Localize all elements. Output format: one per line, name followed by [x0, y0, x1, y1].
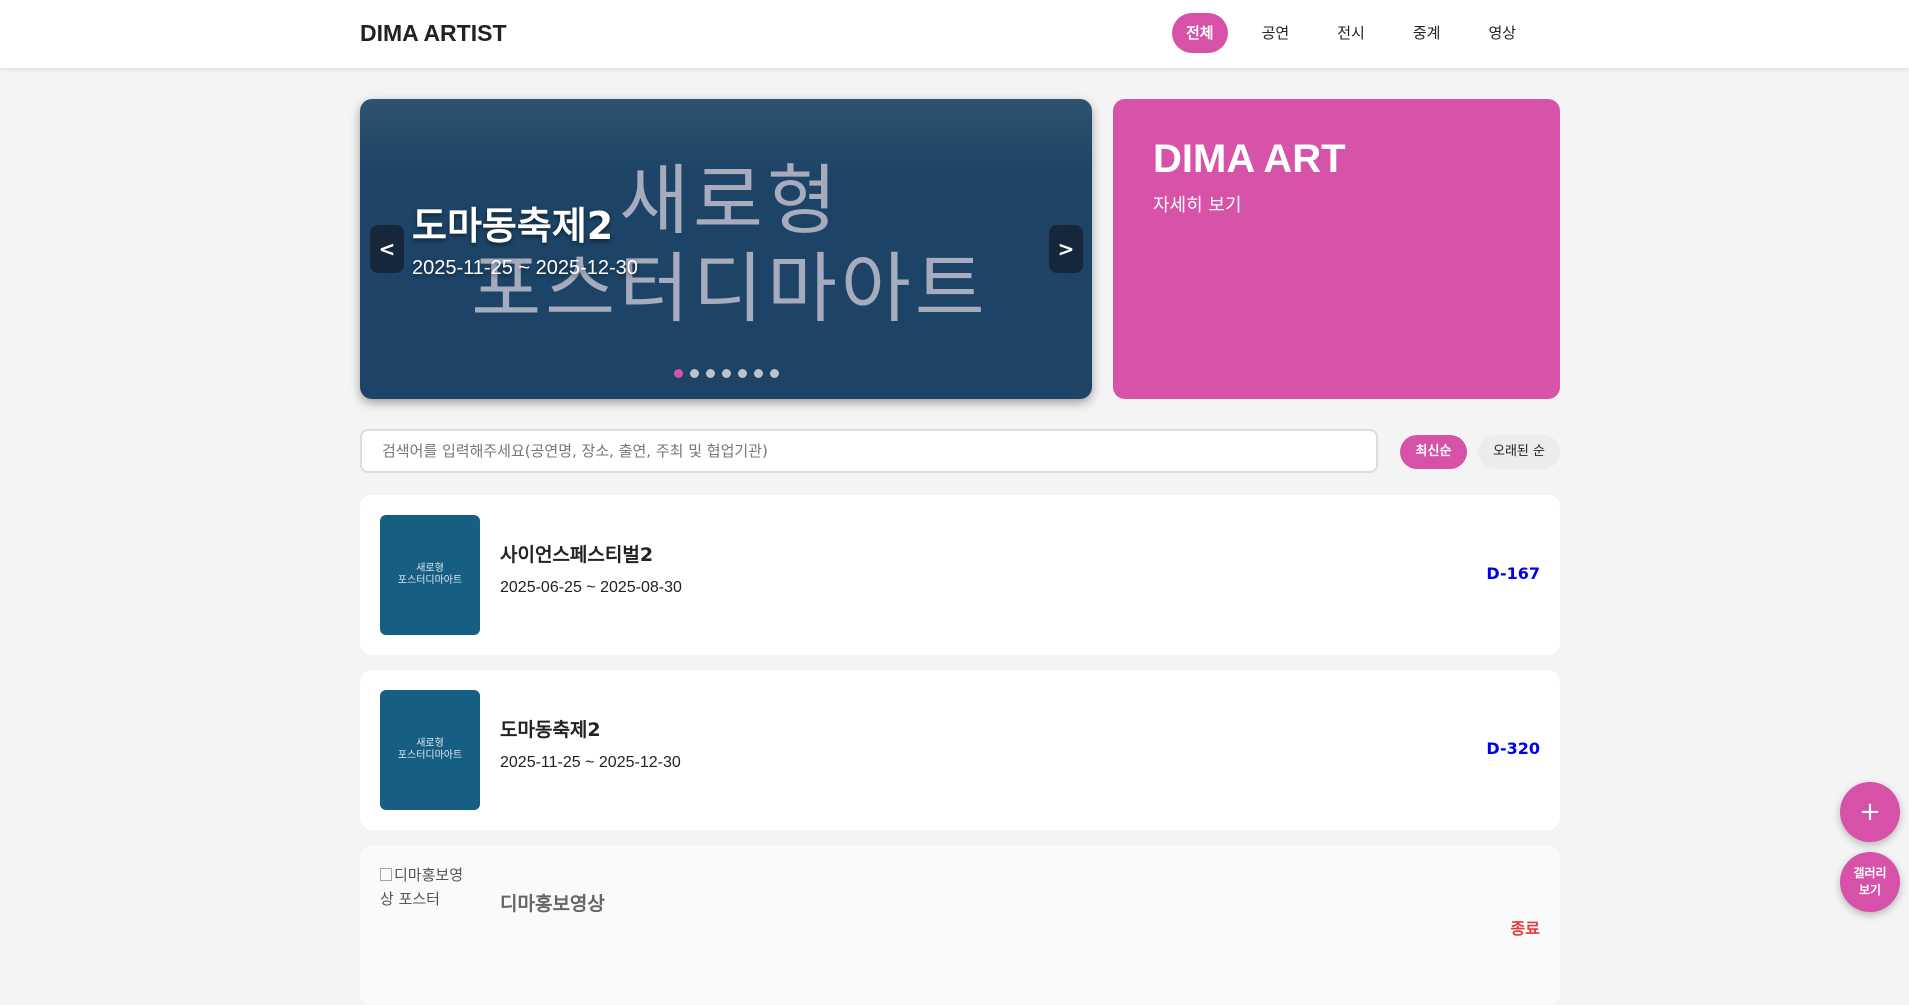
broken-image-alt: 디마홍보영상 포스터 [380, 863, 472, 911]
carousel-dot[interactable] [722, 369, 731, 378]
promo-detail-link[interactable]: 자세히 보기 [1153, 191, 1242, 217]
carousel-dot[interactable] [738, 369, 747, 378]
gallery-view-button[interactable]: 갤러리 보기 [1840, 852, 1900, 912]
carousel-dot[interactable] [690, 369, 699, 378]
carousel-dot[interactable] [706, 369, 715, 378]
sort-latest-button[interactable]: 최신순 [1400, 435, 1467, 469]
nav-tab-broadcast[interactable]: 중계 [1399, 13, 1455, 53]
poster-thumbnail-text: 새로형 포스터디마아트 [397, 738, 463, 761]
item-title: 사이언스페스티벌2 [500, 544, 654, 566]
broken-image-icon [380, 868, 392, 881]
broken-image-alt-text: 디마홍보영상 포스터 [380, 866, 464, 908]
carousel-dots [674, 369, 786, 378]
hero-carousel[interactable]: 새로형 포스터디마아트 도마동축제2 2025-11-25 ~ 2025-12-… [360, 99, 1092, 399]
promo-card[interactable]: DIMA ART 자세히 보기 [1113, 99, 1560, 399]
sort-oldest-button[interactable]: 오래된 순 [1478, 435, 1560, 469]
hero-title: 도마동축제2 [412, 204, 614, 248]
carousel-dot[interactable] [770, 369, 779, 378]
site-logo[interactable]: DIMA ARTIST [360, 20, 507, 47]
hero-date: 2025-11-25 ~ 2025-12-30 [412, 257, 638, 279]
poster-thumbnail: 새로형 포스터디마아트 [380, 515, 480, 635]
carousel-next-button[interactable]: > [1049, 225, 1083, 273]
carousel-prev-button[interactable]: < [370, 225, 404, 273]
d-day-badge: D-320 [1486, 739, 1540, 758]
item-date: 2025-11-25 ~ 2025-12-30 [500, 754, 681, 771]
nav-tab-video[interactable]: 영상 [1474, 13, 1530, 53]
item-title: 디마홍보영상 [500, 893, 605, 915]
nav-tab-performance[interactable]: 공연 [1248, 13, 1304, 53]
carousel-dot[interactable] [674, 369, 683, 378]
list-item[interactable]: 새로형 포스터디마아트 사이언스페스티벌2 2025-06-25 ~ 2025-… [360, 495, 1560, 655]
ended-badge: 종료 [1510, 919, 1540, 938]
category-nav: 전체 공연 전시 중계 영상 [1172, 13, 1550, 53]
item-title: 도마동축제2 [500, 719, 601, 741]
list-item[interactable]: 디마홍보영상 포스터 디마홍보영상 종료 [360, 845, 1560, 1005]
search-input[interactable] [360, 429, 1378, 473]
nav-tab-exhibition[interactable]: 전시 [1323, 13, 1379, 53]
carousel-dot[interactable] [754, 369, 763, 378]
list-item[interactable]: 새로형 포스터디마아트 도마동축제2 2025-11-25 ~ 2025-12-… [360, 670, 1560, 830]
item-date: 2025-06-25 ~ 2025-08-30 [500, 579, 682, 596]
top-header: DIMA ARTIST 전체 공연 전시 중계 영상 [0, 0, 1909, 68]
poster-thumbnail: 새로형 포스터디마아트 [380, 690, 480, 810]
nav-tab-all[interactable]: 전체 [1172, 13, 1228, 53]
poster-thumbnail-text: 새로형 포스터디마아트 [397, 563, 463, 586]
promo-title: DIMA ART [1153, 137, 1346, 181]
d-day-badge: D-167 [1486, 564, 1540, 583]
add-button[interactable]: + [1840, 782, 1900, 842]
